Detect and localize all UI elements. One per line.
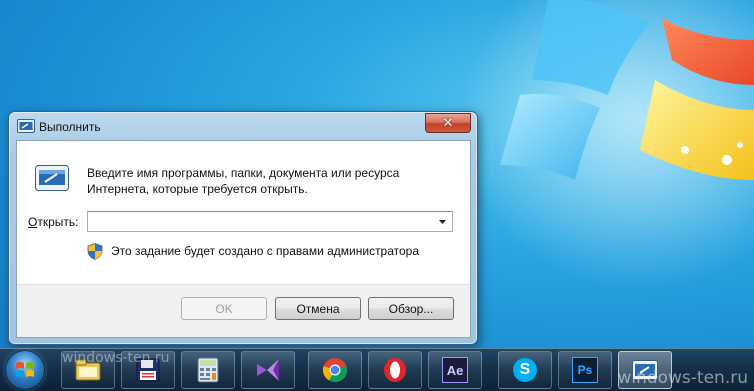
visual-studio-icon xyxy=(255,357,281,383)
taskbar-calculator[interactable] xyxy=(181,351,235,389)
admin-note: Это задание будет создано с правами адми… xyxy=(111,244,420,258)
run-program-icon xyxy=(35,165,69,191)
ok-button[interactable]: OK xyxy=(181,297,267,320)
close-icon: ✕ xyxy=(442,115,454,130)
dialog-body: Введите имя программы, папки, документа … xyxy=(16,140,471,338)
chevron-down-icon[interactable] xyxy=(435,214,450,229)
taskbar-skype[interactable]: S xyxy=(498,351,552,389)
run-icon xyxy=(17,119,35,133)
opera-icon xyxy=(382,357,408,383)
uac-shield-icon xyxy=(87,242,103,260)
taskbar-after-effects[interactable]: Ae xyxy=(428,351,482,389)
run-dialog: Выполнить ✕ Введите имя программы, папки… xyxy=(8,111,478,345)
after-effects-icon: Ae xyxy=(442,357,468,383)
open-label: Открыть: xyxy=(28,215,79,229)
calculator-icon xyxy=(195,357,221,383)
close-button[interactable]: ✕ xyxy=(425,113,471,133)
watermark-left: windows-ten.ru xyxy=(62,350,170,366)
dialog-title: Выполнить xyxy=(39,120,101,134)
dialog-titlebar[interactable]: Выполнить ✕ xyxy=(9,112,477,140)
browse-button[interactable]: Обзор... xyxy=(368,297,454,320)
taskbar-photoshop[interactable]: Ps xyxy=(558,351,612,389)
taskbar-chrome[interactable] xyxy=(308,351,362,389)
open-combobox[interactable] xyxy=(87,211,453,232)
admin-note-row: Это задание будет создано с правами адми… xyxy=(87,242,419,260)
windows-flag-icon xyxy=(16,362,34,377)
photoshop-icon: Ps xyxy=(572,357,598,383)
taskbar-visual-studio[interactable] xyxy=(241,351,295,389)
cancel-button[interactable]: Отмена xyxy=(275,297,361,320)
start-button[interactable] xyxy=(6,351,44,389)
watermark-right: windows-ten.ru xyxy=(617,368,748,388)
chrome-icon xyxy=(322,357,348,383)
taskbar-opera[interactable] xyxy=(368,351,422,389)
skype-icon: S xyxy=(513,358,537,382)
dialog-description: Введите имя программы, папки, документа … xyxy=(87,166,400,196)
